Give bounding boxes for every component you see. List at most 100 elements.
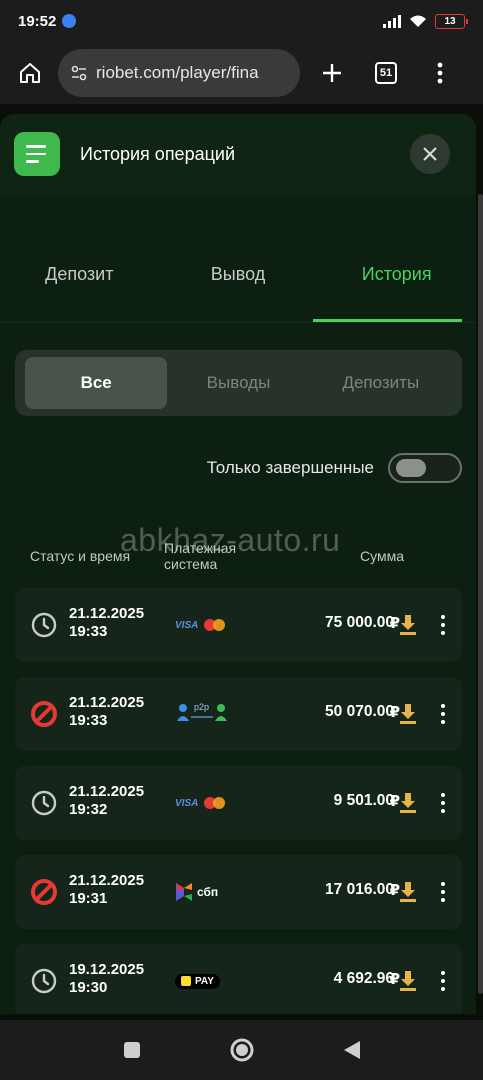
more-icon[interactable] [440, 971, 446, 991]
scrollbar[interactable] [478, 194, 483, 994]
browser-menu-button[interactable] [420, 53, 460, 93]
more-icon[interactable] [440, 704, 446, 724]
address-bar[interactable]: riobet.com/player/fina [58, 49, 300, 97]
only-completed-row: Только завершенные [0, 448, 476, 488]
clock-icon [31, 612, 57, 638]
more-icon[interactable] [440, 615, 446, 635]
recents-button[interactable] [117, 1035, 147, 1065]
header-payment-line1: Платежная [164, 540, 237, 556]
operation-time: 19:32 [69, 801, 108, 818]
sbp-icon [176, 883, 192, 901]
close-icon [423, 147, 437, 161]
panel-header: История операций [0, 114, 476, 194]
tpay-badge-icon [181, 976, 191, 986]
operation-amount: 75 000.00 [325, 614, 394, 631]
url-text: riobet.com/player/fina [96, 63, 259, 82]
visa-mastercard-logo: VISA [175, 612, 235, 638]
browser-toolbar: riobet.com/player/fina 51 [0, 42, 483, 104]
tab-deposit[interactable]: Депозит [0, 244, 159, 304]
clock-icon [31, 968, 57, 994]
only-completed-toggle[interactable] [388, 453, 462, 483]
operation-datetime: 21.12.2025 19:31 [69, 872, 144, 908]
mastercard-icon [204, 619, 226, 631]
tab-count: 51 [375, 62, 397, 84]
sbp-label: сбп [197, 885, 219, 899]
operation-date: 21.12.2025 [69, 694, 145, 711]
operation-datetime: 21.12.2025 19:33 [69, 605, 144, 641]
page: История операций Депозит Вывод История В… [0, 104, 483, 1020]
header-amount: Сумма [360, 548, 404, 564]
cancelled-icon [31, 701, 57, 727]
operation-row[interactable]: 19.12.2025 19:30 PAY 4 692.96 ₽ [15, 944, 462, 1014]
status-bar: 19:52 13 [0, 0, 483, 42]
clock-icon [31, 790, 57, 816]
visa-label: VISA [175, 619, 199, 631]
visa-mastercard-logo: VISA [175, 790, 235, 816]
home-button[interactable] [10, 53, 50, 93]
operation-time: 19:33 [69, 623, 108, 640]
download-icon[interactable] [398, 613, 418, 637]
download-icon[interactable] [398, 702, 418, 726]
toggle-knob [396, 459, 426, 477]
operation-row[interactable]: 21.12.2025 19:33 p2p 50 070.00 ₽ [15, 677, 462, 751]
tabs: Депозит Вывод История [0, 244, 476, 324]
operation-row[interactable]: 21.12.2025 19:32 VISA 9 501.00 ₽ [15, 766, 462, 840]
tab-withdraw[interactable]: Вывод [159, 244, 318, 304]
tabs-divider [0, 322, 476, 323]
operation-amount: 17 016.00 [325, 881, 394, 898]
history-panel: История операций Депозит Вывод История В… [0, 114, 476, 1014]
column-headers: Статус и время Платежная система Сумма [0, 538, 476, 578]
battery-level: 13 [444, 15, 456, 27]
operation-row[interactable]: 21.12.2025 19:33 VISA 75 000.00 ₽ [15, 588, 462, 662]
operation-datetime: 21.12.2025 19:33 [69, 694, 144, 730]
signal-icon [383, 14, 401, 28]
operation-date: 21.12.2025 [69, 783, 145, 800]
system-nav-bar [0, 1020, 483, 1080]
filter-deposits[interactable]: Депозиты [310, 357, 452, 409]
site-settings-icon[interactable] [70, 64, 88, 82]
battery-icon: 13 [435, 13, 468, 29]
operation-datetime: 21.12.2025 19:32 [69, 783, 144, 819]
operation-datetime: 19.12.2025 19:30 [69, 961, 144, 997]
operation-amount: 9 501.00 [333, 792, 394, 809]
operation-date: 19.12.2025 [69, 961, 145, 978]
operation-filter: Все Выводы Депозиты [15, 350, 462, 416]
download-icon[interactable] [398, 969, 418, 993]
home-nav-button[interactable] [227, 1035, 257, 1065]
operation-amount: 4 692.96 [333, 970, 394, 987]
home-icon [20, 63, 40, 83]
menu-button[interactable] [14, 132, 60, 176]
mastercard-icon [204, 797, 226, 809]
new-tab-button[interactable] [312, 53, 352, 93]
panel-title: История операций [80, 143, 236, 164]
visa-label: VISA [175, 797, 199, 809]
download-icon[interactable] [398, 880, 418, 904]
tpay-logo: PAY [175, 968, 235, 994]
header-payment-system: Платежная система [164, 540, 236, 572]
back-button[interactable] [337, 1035, 367, 1065]
filter-withdrawals[interactable]: Выводы [167, 357, 309, 409]
operation-date: 21.12.2025 [69, 872, 145, 889]
more-icon[interactable] [440, 793, 446, 813]
cancelled-icon [31, 879, 57, 905]
tab-history[interactable]: История [317, 244, 476, 304]
sbp-logo: сбп [175, 879, 235, 905]
circle-icon [230, 1038, 253, 1062]
operation-date: 21.12.2025 [69, 605, 145, 622]
square-icon [123, 1042, 140, 1058]
only-completed-label: Только завершенные [206, 458, 374, 477]
header-payment-line2: система [164, 556, 218, 572]
operation-row[interactable]: 21.12.2025 19:31 сбп 17 016.00 ₽ [15, 855, 462, 929]
operation-amount: 50 070.00 [325, 703, 394, 720]
more-icon[interactable] [440, 882, 446, 902]
tab-switcher-button[interactable]: 51 [366, 53, 406, 93]
tpay-label: PAY [195, 975, 214, 987]
wifi-icon [410, 15, 426, 27]
close-button[interactable] [410, 134, 450, 174]
filter-all[interactable]: Все [25, 357, 168, 409]
download-icon[interactable] [398, 791, 418, 815]
operations-list: 21.12.2025 19:33 VISA 75 000.00 ₽ 21.12.… [15, 588, 462, 1014]
operation-time: 19:33 [69, 712, 108, 729]
back-triangle-icon [343, 1041, 360, 1059]
operation-time: 19:31 [69, 890, 108, 907]
